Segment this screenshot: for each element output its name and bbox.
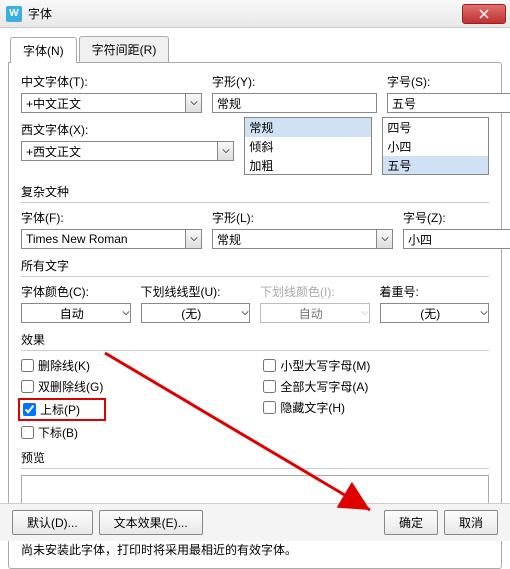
complex-font-label: 字体(F):: [21, 209, 202, 226]
cn-font-combo[interactable]: [21, 93, 202, 113]
tab-panel: 中文字体(T): 字形(Y): 字号(S): 西文字体(X):: [8, 62, 502, 569]
chevron-down-icon[interactable]: [376, 230, 392, 248]
tab-spacing[interactable]: 字符间距(R): [79, 36, 170, 62]
list-item[interactable]: 倾斜: [245, 137, 371, 156]
smallcaps-checkbox[interactable]: 小型大写字母(M): [263, 357, 370, 374]
underline-color-label: 下划线颜色(I):: [260, 283, 370, 300]
list-item[interactable]: 小四: [383, 137, 488, 156]
preview-title: 预览: [21, 449, 489, 469]
font-color-label: 字体颜色(C):: [21, 283, 131, 300]
allcaps-checkbox[interactable]: 全部大写字母(A): [263, 378, 370, 395]
size-combo[interactable]: [387, 93, 510, 113]
en-font-input[interactable]: [22, 142, 217, 160]
footer: 默认(D)... 文本效果(E)... 确定 取消: [0, 503, 510, 541]
size-label: 字号(S):: [387, 73, 510, 90]
underline-style-label: 下划线线型(U):: [141, 283, 251, 300]
underline-style-select[interactable]: (无): [141, 303, 251, 323]
cn-font-label: 中文字体(T):: [21, 73, 202, 90]
preview-note: 尚未安装此字体，打印时将采用最相近的有效字体。: [21, 541, 489, 558]
emphasis-value: (无): [381, 305, 481, 322]
font-color-select[interactable]: 自动: [21, 303, 131, 323]
cn-font-input[interactable]: [22, 94, 185, 112]
window-title: 字体: [28, 5, 52, 22]
complex-scripts-title: 复杂文种: [21, 183, 489, 203]
emphasis-select[interactable]: (无): [380, 303, 490, 323]
tab-font[interactable]: 字体(N): [10, 37, 77, 63]
tab-strip: 字体(N) 字符间距(R): [10, 36, 510, 62]
en-font-label: 西文字体(X):: [21, 121, 234, 138]
style-combo[interactable]: [212, 93, 377, 113]
size-listbox[interactable]: 四号 小四 五号: [382, 117, 489, 175]
chevron-down-icon[interactable]: [480, 306, 488, 320]
chevron-down-icon[interactable]: [241, 306, 249, 320]
list-item[interactable]: 五号: [383, 156, 488, 175]
complex-font-combo[interactable]: [21, 229, 202, 249]
text-effects-button[interactable]: 文本效果(E)...: [99, 510, 203, 535]
font-color-value: 自动: [22, 305, 122, 322]
style-input[interactable]: [213, 94, 376, 112]
chevron-down-icon[interactable]: [122, 306, 130, 320]
complex-font-input[interactable]: [22, 230, 185, 248]
list-item[interactable]: 四号: [383, 118, 488, 137]
ok-button[interactable]: 确定: [384, 510, 438, 535]
chevron-down-icon: [361, 306, 369, 320]
hidden-checkbox[interactable]: 隐藏文字(H): [263, 399, 370, 416]
double-strike-checkbox[interactable]: 双删除线(G): [21, 378, 103, 395]
chevron-down-icon[interactable]: [217, 142, 233, 160]
complex-style-label: 字形(L):: [212, 209, 393, 226]
complex-style-combo[interactable]: [212, 229, 393, 249]
size-input[interactable]: [388, 94, 510, 112]
en-font-combo[interactable]: [21, 141, 234, 161]
superscript-highlight: 上标(P): [18, 398, 106, 421]
cancel-button[interactable]: 取消: [444, 510, 498, 535]
complex-style-input[interactable]: [213, 230, 376, 248]
default-button[interactable]: 默认(D)...: [12, 510, 93, 535]
list-item[interactable]: 加粗: [245, 156, 371, 175]
effects-title: 效果: [21, 331, 489, 351]
complex-size-input[interactable]: [404, 230, 510, 248]
close-button[interactable]: [462, 4, 506, 24]
strike-checkbox[interactable]: 删除线(K): [21, 357, 103, 374]
style-listbox[interactable]: 常规 倾斜 加粗: [244, 117, 372, 175]
underline-color-value: 自动: [261, 305, 361, 322]
chevron-down-icon[interactable]: [185, 94, 201, 112]
subscript-checkbox[interactable]: 下标(B): [21, 424, 103, 441]
titlebar: W 字体: [0, 0, 510, 28]
complex-size-combo[interactable]: [403, 229, 510, 249]
emphasis-label: 着重号:: [380, 283, 490, 300]
superscript-checkbox[interactable]: 上标(P): [23, 401, 101, 418]
list-item[interactable]: 常规: [245, 118, 371, 137]
underline-style-value: (无): [142, 305, 242, 322]
style-label: 字形(Y):: [212, 73, 377, 90]
complex-size-label: 字号(Z):: [403, 209, 510, 226]
underline-color-select: 自动: [260, 303, 370, 323]
app-icon: W: [6, 6, 22, 22]
all-text-title: 所有文字: [21, 257, 489, 277]
chevron-down-icon[interactable]: [185, 230, 201, 248]
